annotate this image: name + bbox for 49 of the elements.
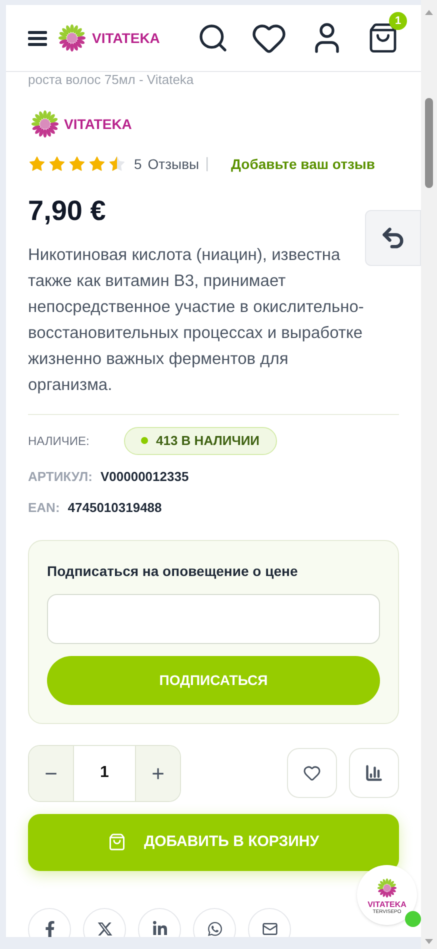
description-line: также как витамин B3, принимает: [28, 270, 287, 292]
detail-label: АРТИКУЛ:: [28, 468, 92, 486]
star-icon: [108, 155, 126, 174]
cart-count-badge: 1: [389, 12, 407, 30]
bag-icon: [108, 833, 126, 851]
scrollbar[interactable]: [421, 0, 437, 949]
detail-value: 4745010319488: [68, 499, 162, 517]
review-count: 5: [134, 154, 142, 174]
bar-chart-icon: [365, 764, 383, 782]
wishlist-button[interactable]: [287, 748, 337, 798]
price-alert-title: Подписаться на оповещение о цене: [47, 562, 299, 581]
decrease-button[interactable]: −: [29, 746, 73, 800]
linkedin-icon: [152, 921, 168, 937]
description-line: непосредственное участие в окислительно-: [28, 296, 365, 318]
email-field[interactable]: [47, 594, 380, 644]
detail-label: НАЛИЧИЕ:: [28, 432, 90, 450]
star-icon: [88, 155, 106, 174]
product-title: роста волос 75мл - Vitateka: [28, 73, 195, 87]
cart-icon[interactable]: [367, 22, 399, 54]
heart-icon: [303, 764, 321, 782]
chat-logo-icon: [375, 876, 399, 900]
star-icon: [48, 155, 66, 174]
menu-icon[interactable]: [28, 30, 47, 46]
description-line: Никотиновая кислота (ниацин), известна: [28, 244, 342, 266]
description-line: организма.: [28, 374, 114, 396]
scrollbar-thumb[interactable]: [425, 98, 433, 188]
search-icon[interactable]: [197, 22, 229, 54]
back-button[interactable]: [365, 210, 421, 266]
star-icon: [28, 155, 46, 174]
separator: |: [205, 154, 209, 174]
x-icon: [96, 921, 112, 937]
add-review-link[interactable]: Добавьте ваш отзыв: [231, 154, 375, 175]
brand-name[interactable]: VITATEKA: [64, 114, 132, 134]
detail-value: V00000012335: [100, 468, 189, 486]
reviews-label[interactable]: Отзывы: [148, 154, 200, 175]
detail-label: EAN:: [28, 499, 60, 517]
price: 7,90 €: [28, 194, 107, 228]
description-line: восстановительных процессах и выработке: [28, 322, 364, 344]
description-line: жизненно важных ферментов для: [28, 348, 290, 370]
chat-logo-text: VITATEKA: [368, 900, 406, 908]
stock-badge: 413 В НАЛИЧИИ: [124, 426, 277, 454]
increase-button[interactable]: +: [136, 746, 180, 800]
quantity-field[interactable]: 1: [73, 746, 136, 800]
compare-button[interactable]: [349, 748, 399, 798]
star-icon: [68, 155, 86, 174]
undo-arrow-icon: [380, 225, 406, 251]
logo-text[interactable]: VITATEKA: [92, 28, 160, 48]
whatsapp-icon: [206, 921, 222, 937]
mail-icon: [262, 921, 278, 937]
